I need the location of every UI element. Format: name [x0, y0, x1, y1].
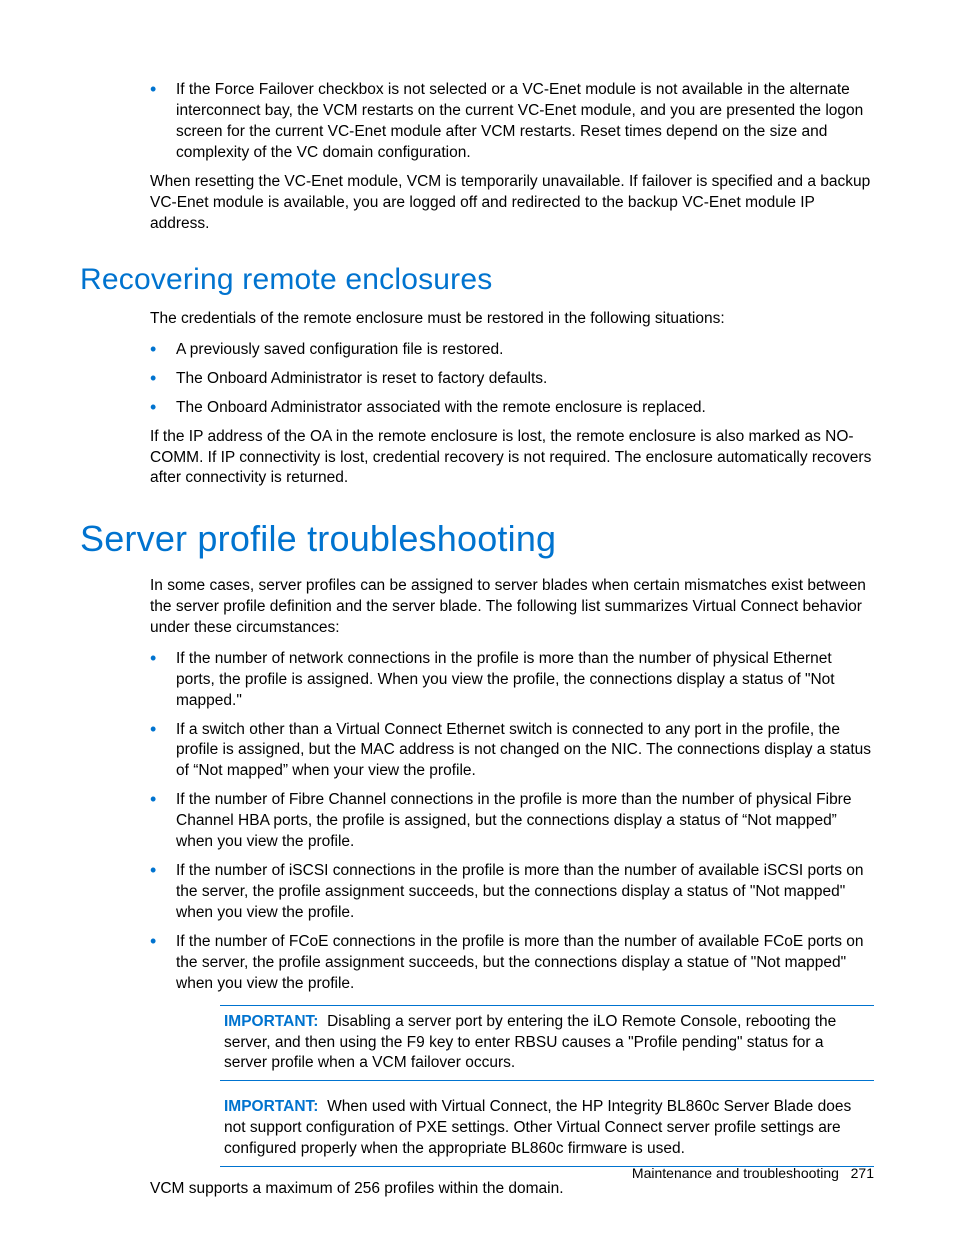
- body-paragraph: When resetting the VC-Enet module, VCM i…: [150, 172, 874, 235]
- body-paragraph: In some cases, server profiles can be as…: [150, 576, 874, 639]
- important-callout-1: IMPORTANT: Disabling a server port by en…: [220, 1005, 874, 1082]
- heading-troubleshooting: Server profile troubleshooting: [80, 515, 874, 564]
- list-item: If a switch other than a Virtual Connect…: [150, 720, 874, 783]
- list-item: If the Force Failover checkbox is not se…: [150, 80, 874, 164]
- troubleshooting-body: In some cases, server profiles can be as…: [150, 576, 874, 1167]
- top-section: If the Force Failover checkbox is not se…: [150, 80, 874, 234]
- list-item: The Onboard Administrator associated wit…: [150, 398, 874, 419]
- important-label: IMPORTANT:: [224, 1013, 318, 1030]
- important-text: When used with Virtual Connect, the HP I…: [224, 1098, 851, 1157]
- body-paragraph: The credentials of the remote enclosure …: [150, 309, 874, 330]
- page-footer: Maintenance and troubleshooting 271: [632, 1164, 874, 1183]
- top-bullets: If the Force Failover checkbox is not se…: [150, 80, 874, 164]
- list-item: If the number of Fibre Channel connectio…: [150, 790, 874, 853]
- list-item: If the number of FCoE connections in the…: [150, 932, 874, 995]
- recovering-body: The credentials of the remote enclosure …: [150, 309, 874, 489]
- list-item: If the number of network connections in …: [150, 649, 874, 712]
- list-item: The Onboard Administrator is reset to fa…: [150, 369, 874, 390]
- footer-page-number: 271: [851, 1165, 874, 1181]
- footer-section: Maintenance and troubleshooting: [632, 1165, 839, 1181]
- troubleshooting-bullets: If the number of network connections in …: [150, 649, 874, 995]
- list-item: If the number of iSCSI connections in th…: [150, 861, 874, 924]
- important-callout-2: IMPORTANT: When used with Virtual Connec…: [220, 1091, 874, 1167]
- list-item: A previously saved configuration file is…: [150, 340, 874, 361]
- page: If the Force Failover checkbox is not se…: [0, 0, 954, 1235]
- heading-recovering: Recovering remote enclosures: [80, 260, 874, 301]
- body-paragraph: If the IP address of the OA in the remot…: [150, 427, 874, 490]
- recovering-bullets: A previously saved configuration file is…: [150, 340, 874, 419]
- important-label: IMPORTANT:: [224, 1098, 318, 1115]
